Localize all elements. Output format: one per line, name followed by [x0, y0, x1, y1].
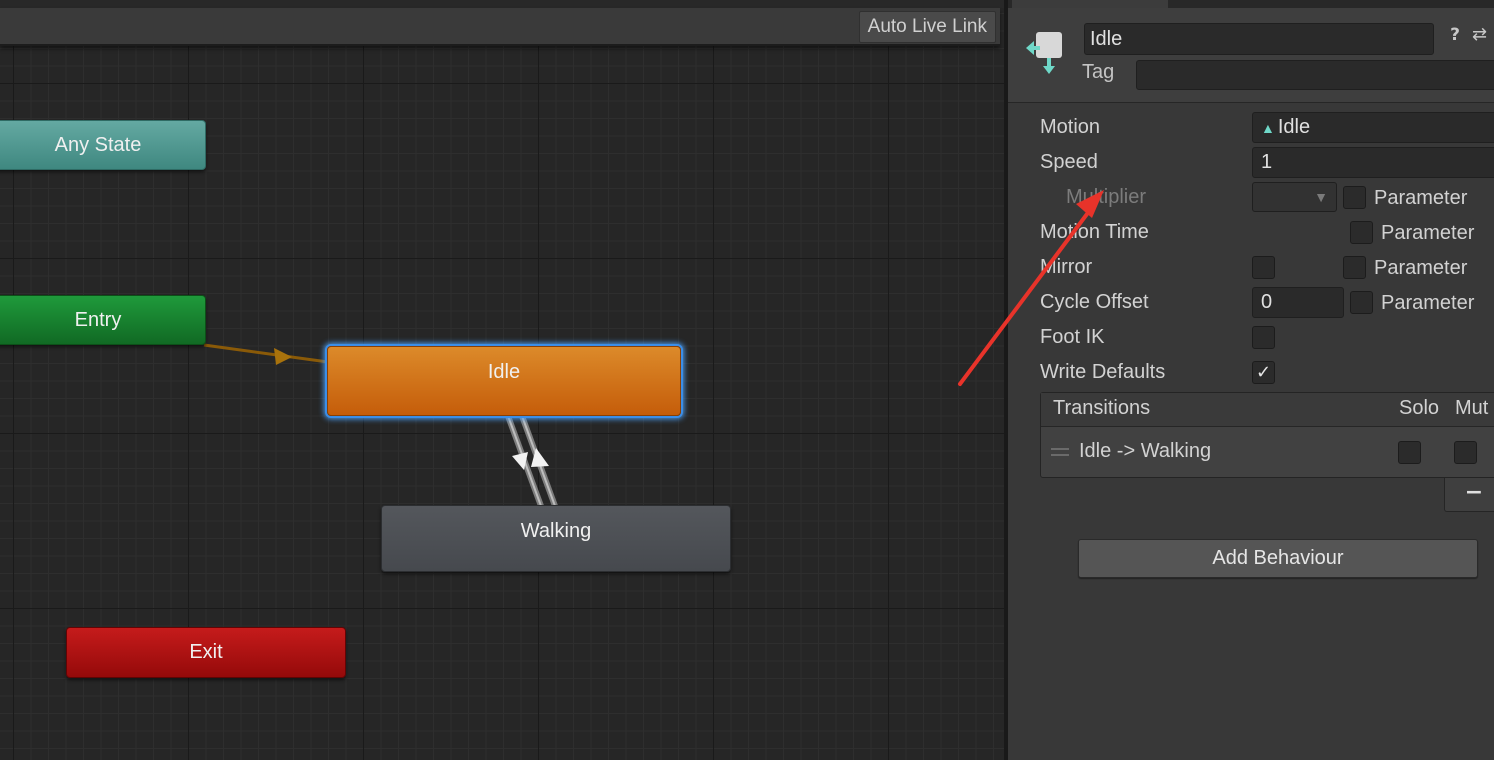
motion-time-label: Motion Time	[1040, 221, 1149, 243]
exit-label: Exit	[189, 641, 223, 663]
drag-handle-icon[interactable]	[1051, 448, 1069, 456]
walking-label: Walking	[520, 520, 592, 542]
checkmark-icon: ✓	[1255, 362, 1272, 383]
motion-label: Motion	[1040, 116, 1101, 138]
transitions-header-label: Transitions	[1053, 397, 1151, 419]
remove-transition-button[interactable]: −	[1444, 478, 1494, 512]
entry-transition-arrowhead	[274, 348, 292, 365]
presets-icon[interactable]: ⇄	[1472, 24, 1494, 46]
inspector-panel: Idle ? ⇄ Tag Motion ▲ Idle Speed 1 Multip…	[1008, 0, 1494, 760]
mute-column-label: Mut	[1455, 397, 1489, 419]
transition-row[interactable]: Idle -> Walking	[1041, 428, 1494, 478]
multiplier-parameter-label: Parameter	[1374, 187, 1468, 209]
write-defaults-label: Write Defaults	[1040, 361, 1166, 383]
chevron-down-icon: ▼	[1314, 189, 1328, 205]
cycle-offset-field[interactable]: 0	[1252, 287, 1344, 318]
idle-label: Idle	[487, 361, 521, 383]
animator-state-icon	[1026, 32, 1062, 74]
animation-clip-icon: ▲	[1261, 120, 1275, 136]
multiplier-parameter-checkbox[interactable]	[1343, 186, 1366, 209]
any-state-label: Any State	[54, 134, 142, 156]
transition-mute-checkbox[interactable]	[1454, 441, 1477, 464]
foot-ik-checkbox[interactable]	[1252, 326, 1275, 349]
transitions-list: Transitions Solo Mut Idle -> Walking	[1040, 392, 1494, 478]
cycle-offset-parameter-checkbox[interactable]	[1350, 291, 1373, 314]
motion-value: Idle	[1277, 116, 1311, 138]
entry-to-idle-transition	[203, 343, 329, 364]
mirror-label: Mirror	[1040, 256, 1093, 278]
foot-ik-label: Foot IK	[1040, 326, 1105, 348]
solo-column-label: Solo	[1399, 397, 1440, 419]
multiplier-dropdown[interactable]: ▼	[1252, 182, 1337, 212]
walking-state-node[interactable]: Walking	[381, 505, 731, 572]
state-header: Idle ? ⇄ Tag	[1008, 8, 1494, 103]
tag-label: Tag	[1082, 61, 1115, 83]
tab-inspector[interactable]	[1012, 0, 1168, 8]
cycle-offset-parameter-label: Parameter	[1381, 292, 1475, 314]
write-defaults-checkbox[interactable]: ✓	[1252, 361, 1275, 384]
motion-time-parameter-label: Parameter	[1381, 222, 1475, 244]
speed-label: Speed	[1040, 151, 1098, 173]
entry-label: Entry	[74, 309, 122, 331]
tag-field[interactable]	[1136, 60, 1494, 90]
help-icon[interactable]: ?	[1444, 24, 1466, 46]
transitions-header: Transitions Solo Mut	[1041, 393, 1494, 427]
animator-graph[interactable]: Auto Live Link Any State Entry Idle Walk…	[0, 0, 1004, 760]
add-behaviour-button[interactable]: Add Behaviour	[1078, 539, 1478, 578]
inspector-tab-strip	[1008, 0, 1494, 8]
entry-node[interactable]: Entry	[0, 295, 206, 345]
motion-object-field[interactable]: ▲ Idle	[1252, 112, 1494, 143]
transition-solo-checkbox[interactable]	[1398, 441, 1421, 464]
mirror-parameter-label: Parameter	[1374, 257, 1468, 279]
mirror-checkbox[interactable]	[1252, 256, 1275, 279]
state-name-field[interactable]: Idle	[1084, 23, 1434, 55]
speed-field[interactable]: 1	[1252, 147, 1494, 178]
cycle-offset-label: Cycle Offset	[1040, 291, 1149, 313]
exit-node[interactable]: Exit	[66, 627, 346, 678]
mirror-parameter-checkbox[interactable]	[1343, 256, 1366, 279]
multiplier-label: Multiplier	[1066, 186, 1147, 208]
idle-state-node[interactable]: Idle	[327, 346, 681, 416]
motion-time-parameter-checkbox[interactable]	[1350, 221, 1373, 244]
any-state-node[interactable]: Any State	[0, 120, 206, 170]
transition-row-label: Idle -> Walking	[1079, 440, 1212, 462]
